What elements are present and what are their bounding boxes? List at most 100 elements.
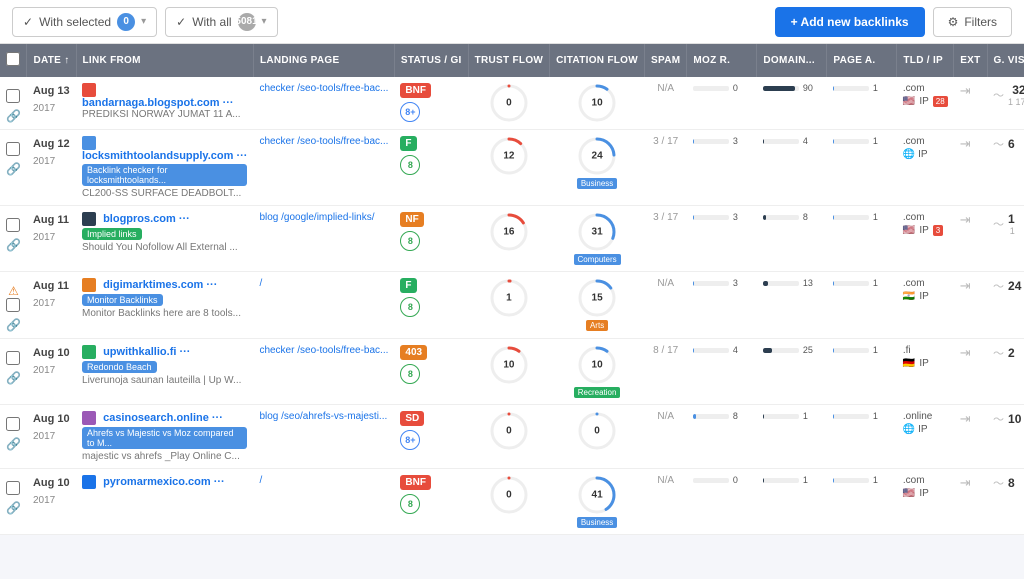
visits-cell: 〜 1 1 <box>987 206 1024 272</box>
citation-circle: 10 <box>577 83 617 123</box>
spam-value: N/A <box>651 411 681 422</box>
table-row: 🔗 Aug 10 2017 upwithkallio.fi ··· Redond… <box>0 339 1024 405</box>
filters-button[interactable]: ⚙ Filters <box>933 7 1012 37</box>
landing-path[interactable]: checker /seo-tools/free-bac... <box>259 136 388 147</box>
row-checkbox-cell[interactable]: 🔗 <box>0 77 27 130</box>
row-checkbox[interactable] <box>6 481 20 495</box>
col-citation-flow[interactable]: CITATION FLOW <box>550 44 645 77</box>
domain-bar-value: 90 <box>803 83 821 93</box>
col-landing-page[interactable]: LANDING PAGE <box>253 44 394 77</box>
trust-flow-chart: 10 <box>474 345 544 385</box>
link-icon[interactable]: 🔗 <box>6 162 21 176</box>
add-backlinks-button[interactable]: + Add new backlinks <box>775 7 925 37</box>
landing-path[interactable]: checker /seo-tools/free-bac... <box>259 345 388 356</box>
year-value: 2017 <box>33 154 70 170</box>
domain-name[interactable]: upwithkallio.fi ··· <box>103 346 190 358</box>
with-all-label: With all <box>192 15 231 29</box>
link-icon[interactable]: 🔗 <box>6 371 21 385</box>
domain-bar-bg <box>763 414 799 419</box>
col-tld-ip[interactable]: TLD / IP <box>897 44 954 77</box>
row-checkbox-cell[interactable]: 🔗 <box>0 405 27 469</box>
select-all-checkbox[interactable] <box>6 52 20 66</box>
domain-name[interactable]: casinosearch.online ··· <box>103 412 223 424</box>
ext-icon: ⇥ <box>960 278 971 293</box>
col-spam[interactable]: SPAM <box>645 44 687 77</box>
col-date[interactable]: DATE ↑ <box>27 44 76 77</box>
table-row: ⚠ 🔗 Aug 11 2017 digimarktimes.com ··· Mo… <box>0 272 1024 339</box>
col-trust-flow[interactable]: TRUST FLOW <box>468 44 550 77</box>
trust-flow-chart: 16 <box>474 212 544 252</box>
link-from-cell: locksmithtoolandsupply.com ··· Backlink … <box>76 130 253 206</box>
domain-name[interactable]: pyromarmexico.com ··· <box>103 476 225 488</box>
link-tag: Redondo Beach <box>82 361 157 373</box>
top-bar: ✓ With selected 0 ▾ ✓ With all 5081 ▾ + … <box>0 0 1024 44</box>
trust-value: 16 <box>503 227 514 238</box>
row-checkbox[interactable] <box>6 218 20 232</box>
status-cell: NF 8 <box>394 206 468 272</box>
landing-path[interactable]: blog /seo/ahrefs-vs-majesti... <box>259 411 387 422</box>
domain-bar-bg <box>763 281 799 286</box>
link-icon[interactable]: 🔗 <box>6 109 21 123</box>
domain-bar-fill <box>763 215 766 220</box>
page-authority-cell: 1 <box>827 130 897 206</box>
moz-bar-row: 4 <box>693 345 751 355</box>
favicon <box>82 345 96 359</box>
status-cell: F 8 <box>394 130 468 206</box>
row-checkbox-cell[interactable]: 🔗 <box>0 469 27 535</box>
page-authority-cell: 1 <box>827 405 897 469</box>
col-moz-r[interactable]: MOZ R. <box>687 44 757 77</box>
moz-rank-cell: 3 <box>687 206 757 272</box>
trust-value: 0 <box>506 426 512 437</box>
moz-rank-cell: 4 <box>687 339 757 405</box>
row-checkbox[interactable] <box>6 89 20 103</box>
domain-name[interactable]: digimarktimes.com ··· <box>103 279 217 291</box>
link-desc: Monitor Backlinks here are 8 tools... <box>82 308 247 319</box>
moz-bar-row: 8 <box>693 411 751 421</box>
landing-path[interactable]: / <box>259 475 262 486</box>
domain-name[interactable]: locksmithtoolandsupply.com ··· <box>82 150 247 162</box>
row-checkbox-cell[interactable]: 🔗 <box>0 206 27 272</box>
date-cell: Aug 10 2017 <box>27 405 76 469</box>
domain-bar-bg <box>763 139 799 144</box>
domain-name[interactable]: blogpros.com ··· <box>103 213 190 225</box>
flag-icon: 🇩🇪 <box>903 358 915 369</box>
col-checkbox[interactable] <box>0 44 27 77</box>
tld-ip-row: 🇺🇸IP <box>903 488 948 499</box>
tld-row: .online <box>903 411 948 422</box>
row-checkbox[interactable] <box>6 417 20 431</box>
landing-path[interactable]: checker /seo-tools/free-bac... <box>259 83 388 94</box>
col-ext[interactable]: EXT <box>954 44 987 77</box>
with-selected-pill[interactable]: ✓ With selected 0 ▾ <box>12 7 157 37</box>
row-checkbox-cell[interactable]: 🔗 <box>0 339 27 405</box>
visits-value: 10 <box>1008 412 1021 426</box>
link-icon[interactable]: 🔗 <box>6 238 21 252</box>
col-g-visits[interactable]: G. VISITS <box>987 44 1024 77</box>
moz-bar-fill <box>693 281 694 286</box>
visits-cell: 〜 10 <box>987 405 1024 469</box>
col-page-a[interactable]: PAGE A. <box>827 44 897 77</box>
link-icon[interactable]: 🔗 <box>6 437 21 451</box>
trust-flow-chart: 12 <box>474 136 544 176</box>
domain-bar-value: 1 <box>803 411 821 421</box>
date-cell: Aug 11 2017 <box>27 272 76 339</box>
with-all-pill[interactable]: ✓ With all 5081 ▾ <box>165 7 277 37</box>
trust-flow-chart: 1 <box>474 278 544 318</box>
tld-ip-cell: .online 🌐 IP <box>897 405 954 469</box>
row-checkbox-cell[interactable]: 🔗 <box>0 130 27 206</box>
landing-path[interactable]: blog /google/implied-links/ <box>259 212 374 223</box>
col-domain[interactable]: DOMAIN... <box>757 44 827 77</box>
link-icon[interactable]: 🔗 <box>6 318 21 332</box>
link-desc: Should You Nofollow All External ... <box>82 242 247 253</box>
domain-name[interactable]: bandarnaga.blogspot.com ··· <box>82 97 234 109</box>
domain-bar-bg <box>763 478 799 483</box>
row-checkbox-cell[interactable]: ⚠ 🔗 <box>0 272 27 339</box>
landing-path[interactable]: / <box>259 278 262 289</box>
row-checkbox[interactable] <box>6 351 20 365</box>
row-checkbox[interactable] <box>6 298 20 312</box>
col-link-from[interactable]: LINK FROM <box>76 44 253 77</box>
date-cell: Aug 13 2017 <box>27 77 76 130</box>
col-status[interactable]: STATUS / GI <box>394 44 468 77</box>
link-icon[interactable]: 🔗 <box>6 501 21 515</box>
link-from-cell: casinosearch.online ··· Ahrefs vs Majest… <box>76 405 253 469</box>
row-checkbox[interactable] <box>6 142 20 156</box>
